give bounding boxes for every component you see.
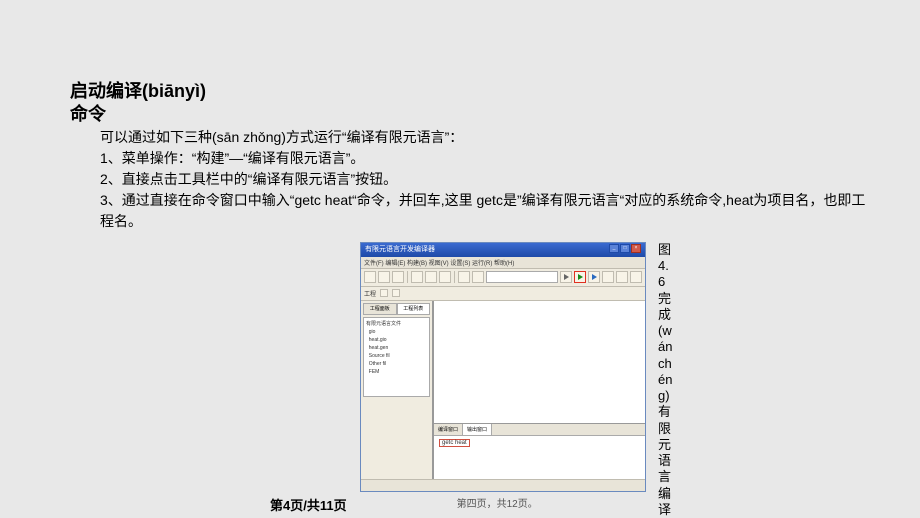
undo-icon[interactable] xyxy=(458,271,470,283)
item-3: 3、通过直接在命令窗口中输入“getc heat“命令，并回车,这里 getc是… xyxy=(100,190,870,232)
tab-project-panel[interactable]: 工程面板 xyxy=(363,303,397,315)
statusbar xyxy=(361,479,645,491)
gear-icon[interactable] xyxy=(616,271,628,283)
menubar[interactable]: 文件(F) 编辑(E) 构建(B) 视图(V) 设置(S) 运行(R) 帮助(H… xyxy=(361,257,645,269)
open-icon[interactable] xyxy=(378,271,390,283)
compile-fel-button[interactable] xyxy=(574,271,586,283)
window-controls: _ □ × xyxy=(609,244,641,256)
tab-output[interactable]: 输出窗口 xyxy=(463,424,492,435)
minimize-icon[interactable]: _ xyxy=(609,244,619,253)
run-icon[interactable] xyxy=(588,271,600,283)
command-output[interactable]: getc heat xyxy=(434,436,645,450)
item-1: 1、菜单操作：“构建”—“编译有限元语言”。 xyxy=(100,148,870,169)
step-icon[interactable] xyxy=(560,271,572,283)
app-screenshot: 有限元语言开发编译器 _ □ × 文件(F) 编辑(E) 构建(B) 视图(V)… xyxy=(360,242,646,492)
heading-line2: 命令 xyxy=(70,104,106,124)
heading: 启动编译(biānyì) 命令 xyxy=(70,80,920,127)
output-tabs: 编译窗口 输出窗口 xyxy=(434,424,645,436)
config-dropdown[interactable] xyxy=(486,271,558,283)
toolbar-main xyxy=(361,269,645,287)
item-2: 2、直接点击工具栏中的“编译有限元语言”按钮。 xyxy=(100,169,870,190)
tool-icon[interactable] xyxy=(602,271,614,283)
new-icon[interactable] xyxy=(364,271,376,283)
panel-icon[interactable] xyxy=(380,289,388,297)
copy-icon[interactable] xyxy=(425,271,437,283)
project-tree[interactable]: 有限元语言文件 gio heat.gio heat.gen Source fil… xyxy=(363,317,430,397)
output-panel: 编译窗口 输出窗口 getc heat xyxy=(434,423,645,479)
footer-right: 第四页，共12页。 xyxy=(457,495,538,514)
tab-compile-output[interactable]: 编译窗口 xyxy=(434,424,463,435)
toolbar2-label: 工程 xyxy=(364,289,376,298)
footer-left: 第4页/共11页 xyxy=(270,495,347,514)
paste-icon[interactable] xyxy=(439,271,451,283)
panel-icon[interactable] xyxy=(392,289,400,297)
separator xyxy=(407,271,408,283)
editor-area[interactable]: 编译窗口 输出窗口 getc heat xyxy=(433,301,645,479)
save-icon[interactable] xyxy=(392,271,404,283)
maximize-icon[interactable]: □ xyxy=(620,244,630,253)
side-panel: 工程面板 工程列表 有限元语言文件 gio heat.gio heat.gen … xyxy=(361,301,433,479)
heading-line1: 启动编译(biānyì) xyxy=(70,81,206,101)
intro-line: 可以通过如下三种(sān zhǒng)方式运行“编译有限元语言”： xyxy=(100,127,870,148)
command-text: getc heat xyxy=(439,439,470,447)
page-footer: 第4页/共11页 第四页，共12页。 xyxy=(0,495,920,514)
close-icon[interactable]: × xyxy=(631,244,641,253)
figure-row: 有限元语言开发编译器 _ □ × 文件(F) 编辑(E) 构建(B) 视图(V)… xyxy=(360,242,920,518)
side-panel-tabs: 工程面板 工程列表 xyxy=(363,303,430,315)
body-text: 可以通过如下三种(sān zhǒng)方式运行“编译有限元语言”： 1、菜单操作… xyxy=(100,127,870,232)
toolbar-secondary: 工程 xyxy=(361,287,645,301)
help-icon[interactable] xyxy=(630,271,642,283)
document-page: 启动编译(biānyì) 命令 可以通过如下三种(sān zhǒng)方式运行“… xyxy=(0,0,920,518)
separator xyxy=(454,271,455,283)
cut-icon[interactable] xyxy=(411,271,423,283)
app-body: 工程面板 工程列表 有限元语言文件 gio heat.gio heat.gen … xyxy=(361,301,645,479)
window-title: 有限元语言开发编译器 xyxy=(365,244,435,256)
window-titlebar: 有限元语言开发编译器 _ □ × xyxy=(361,243,645,257)
figure-caption: 图4.6 完成(wánchéng)有限元语言编译 xyxy=(658,242,674,518)
redo-icon[interactable] xyxy=(472,271,484,283)
tab-project-list[interactable]: 工程列表 xyxy=(397,303,431,315)
